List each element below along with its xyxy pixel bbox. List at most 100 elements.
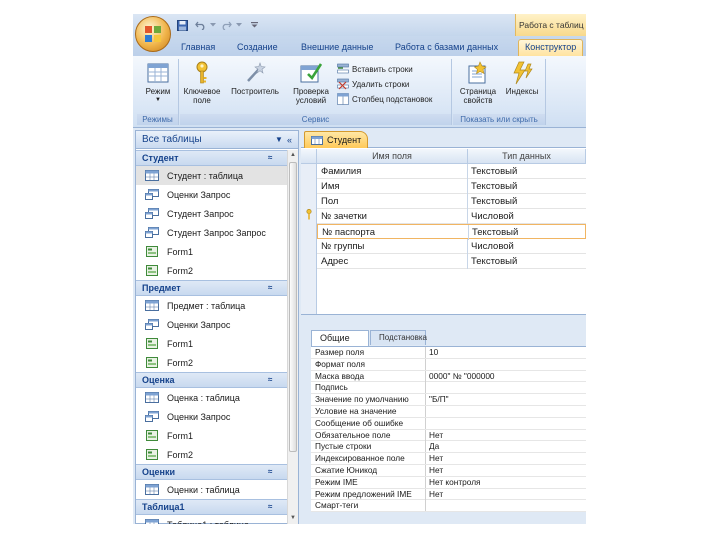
row-selector[interactable] [301,194,317,209]
nav-item[interactable]: Form2 [136,353,287,372]
nav-item[interactable]: Form1 [136,242,287,261]
nav-group-header[interactable]: Предмет ≈ [136,280,287,296]
property-row[interactable]: Значение по умолчанию "Б/П" [311,394,586,406]
customize-qat-icon[interactable] [249,18,259,32]
scrollbar-thumb[interactable] [289,162,297,452]
nav-group-header[interactable]: Таблица1 ≈ [136,499,287,515]
property-value[interactable]: "Б/П" [429,394,584,405]
document-tab[interactable]: Студент [304,131,368,148]
nav-item[interactable]: Студент : таблица [136,166,287,185]
property-value[interactable]: Нет [429,430,584,441]
tab-home[interactable]: Главная [181,40,215,56]
data-type-cell[interactable]: Числовой [471,239,586,254]
nav-item[interactable]: Form1 [136,426,287,445]
collapse-chevron-icon[interactable]: ≈ [268,465,272,479]
row-selector[interactable] [301,239,317,254]
property-row[interactable]: Размер поля 10 [311,347,586,359]
row-selector[interactable] [301,254,317,269]
property-row[interactable]: Сжатие Юникод Нет [311,464,586,477]
undo-dropdown-icon[interactable] [209,18,217,32]
property-value[interactable]: 0000" № "000000 [429,371,584,382]
primary-key-button[interactable]: Ключевое поле [183,61,221,105]
insert-rows-button[interactable]: Вставить строки [337,62,413,76]
property-row[interactable]: Сообщение об ошибке [311,417,586,430]
row-selector[interactable] [301,179,317,194]
row-selector[interactable] [301,164,317,179]
save-icon[interactable] [175,18,189,32]
field-name-cell[interactable]: № группы [321,239,467,254]
collapse-chevron-icon[interactable]: ≈ [268,151,272,165]
field-row[interactable]: № группы Числовой [317,239,586,254]
data-type-cell[interactable]: Текстовый [472,225,586,240]
property-row[interactable]: Подпись [311,382,586,395]
nav-group-header[interactable]: Оценка ≈ [136,372,287,388]
column-header-data-type[interactable]: Тип данных [468,149,586,164]
property-sheet-button[interactable]: Страница свойств [455,61,501,105]
field-name-cell[interactable]: Пол [321,194,467,209]
pane-splitter[interactable] [301,314,586,328]
data-type-cell[interactable]: Текстовый [471,179,586,194]
column-header-field-name[interactable]: Имя поля [317,149,468,164]
field-name-cell[interactable]: Фамилия [321,164,467,179]
nav-item[interactable]: Form2 [136,261,287,280]
property-value[interactable]: Да [429,441,584,452]
nav-item[interactable]: Предмет : таблица [136,296,287,315]
undo-icon[interactable] [193,18,207,32]
lookup-column-button[interactable]: Столбец подстановок [337,92,432,106]
data-type-cell[interactable]: Текстовый [471,254,586,269]
collapse-chevron-icon[interactable]: ≈ [268,281,272,295]
field-row[interactable]: Имя Текстовый [317,179,586,194]
view-button[interactable]: Режим ▼ [140,61,176,105]
field-name-cell[interactable]: № зачетки [321,209,467,224]
property-row[interactable]: Условие на значение [311,405,586,418]
scroll-down-icon[interactable]: ▼ [288,513,298,524]
nav-item[interactable]: Студент Запрос Запрос [136,223,287,242]
tab-design[interactable]: Конструктор [518,39,584,56]
primary-key-icon[interactable] [301,208,317,224]
property-row[interactable]: Пустые строки Да [311,441,586,454]
nav-group-header[interactable]: Студент ≈ [136,150,287,166]
nav-item[interactable]: Оценки Запрос [136,407,287,426]
tab-general[interactable]: Общие [311,330,369,346]
field-row[interactable]: № паспорта Текстовый [317,224,586,240]
delete-rows-button[interactable]: Удалить строки [337,77,409,91]
property-value[interactable]: Нет [429,453,584,464]
indexes-button[interactable]: Индексы [503,61,541,96]
nav-item[interactable]: Студент Запрос [136,204,287,223]
redo-dropdown-icon[interactable] [235,18,243,32]
nav-item[interactable]: Form2 [136,445,287,464]
field-name-cell[interactable]: Адрес [321,254,467,269]
tab-lookup[interactable]: Подстановка [370,330,427,345]
property-row[interactable]: Маска ввода 0000" № "000000 [311,370,586,383]
property-value[interactable]: Нет [429,489,584,500]
nav-group-header[interactable]: Оценки ≈ [136,464,287,480]
nav-pane-collapse-icon[interactable]: « [287,131,292,149]
nav-item[interactable]: Оценки Запрос [136,185,287,204]
property-value[interactable]: Нет [429,465,584,476]
property-row[interactable]: Формат поля [311,358,586,371]
property-value[interactable]: 10 [429,347,584,358]
nav-item[interactable]: Оценка : таблица [136,388,287,407]
nav-pane-dropdown-icon[interactable]: ▼ [275,131,283,149]
nav-item[interactable]: Оценки : таблица [136,480,287,499]
field-name-cell[interactable]: № паспорта [322,225,468,240]
field-name-cell[interactable]: Имя [321,179,467,194]
property-row[interactable]: Режим предложений IME Нет [311,488,586,501]
property-row[interactable]: Индексированное поле Нет [311,453,586,465]
collapse-chevron-icon[interactable]: ≈ [268,500,272,514]
property-row[interactable]: Смарт-теги [311,500,586,513]
row-selector[interactable] [301,224,317,239]
field-row[interactable]: № зачетки Числовой [317,209,586,224]
nav-item[interactable]: Form1 [136,334,287,353]
property-value[interactable]: Нет контроля [429,477,584,488]
nav-pane-scrollbar[interactable]: ▲ ▼ [287,150,298,524]
test-validation-button[interactable]: Проверка условий [288,61,334,105]
field-row[interactable]: Фамилия Текстовый [317,164,586,179]
tab-create[interactable]: Создание [237,40,278,56]
nav-item[interactable]: Таблица1 : таблица [136,515,287,524]
tab-external-data[interactable]: Внешние данные [301,40,373,56]
data-type-cell[interactable]: Текстовый [471,194,586,209]
office-button[interactable] [135,16,171,52]
nav-pane-header[interactable]: Все таблицы ▼ « [136,131,298,149]
property-row[interactable]: Режим IME Нет контроля [311,476,586,489]
